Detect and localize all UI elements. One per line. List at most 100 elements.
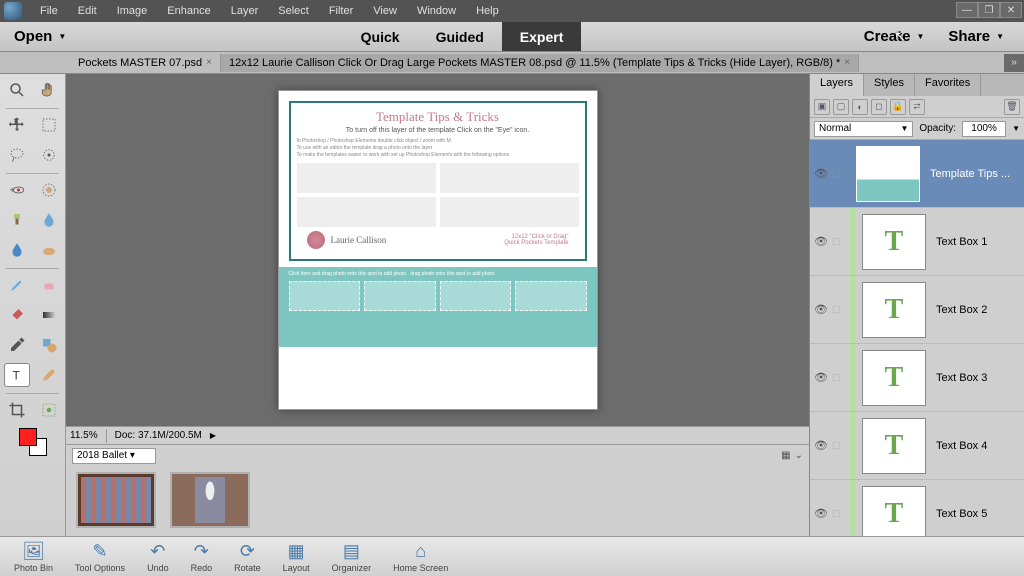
menu-select[interactable]: Select bbox=[268, 2, 319, 20]
menu-enhance[interactable]: Enhance bbox=[157, 2, 220, 20]
photo-bin-button[interactable]: 🖼Photo Bin bbox=[14, 541, 53, 573]
open-button[interactable]: Open ▼ bbox=[0, 28, 80, 45]
clone-tool[interactable] bbox=[4, 208, 30, 232]
document-tab-active[interactable]: 12x12 Laurie Callison Click Or Drag Larg… bbox=[221, 54, 859, 72]
minimize-button[interactable]: — bbox=[956, 2, 978, 18]
tab-guided[interactable]: Guided bbox=[418, 22, 502, 51]
visibility-icon[interactable]: 👁 bbox=[810, 439, 832, 452]
visibility-icon[interactable]: 👁 bbox=[810, 167, 832, 180]
lasso-tool[interactable] bbox=[4, 143, 30, 167]
tool-options-button[interactable]: ✎Tool Options bbox=[75, 541, 125, 573]
bin-folder-select[interactable]: 2018 Ballet ▾ bbox=[72, 448, 156, 464]
lock-icon[interactable]: ⬚ bbox=[832, 508, 850, 519]
brush-tool[interactable] bbox=[4, 273, 30, 297]
rect-select-tool[interactable] bbox=[36, 113, 62, 137]
zoom-level[interactable]: 11.5% bbox=[70, 430, 98, 441]
eraser-tool[interactable] bbox=[36, 273, 62, 297]
undo-button[interactable]: ↶Undo bbox=[147, 541, 169, 573]
organizer-button[interactable]: ▤Organizer bbox=[332, 541, 372, 573]
sponge-tool[interactable] bbox=[4, 238, 30, 262]
redo-button[interactable]: ↷Redo bbox=[191, 541, 213, 573]
tab-quick[interactable]: Quick bbox=[343, 22, 418, 51]
adjustment-icon[interactable]: ◐ bbox=[852, 99, 868, 115]
visibility-icon[interactable]: 👁 bbox=[810, 371, 832, 384]
paint-bucket-tool[interactable] bbox=[4, 303, 30, 327]
tab-styles[interactable]: Styles bbox=[864, 74, 915, 96]
maximize-button[interactable]: ❐ bbox=[978, 2, 1000, 18]
color-swatches[interactable] bbox=[19, 428, 47, 456]
menu-help[interactable]: Help bbox=[466, 2, 509, 20]
menu-filter[interactable]: Filter bbox=[319, 2, 363, 20]
recompose-tool[interactable] bbox=[36, 398, 62, 422]
text-layer-icon: T bbox=[885, 362, 904, 394]
menu-layer[interactable]: Layer bbox=[221, 2, 269, 20]
app-logo-icon bbox=[4, 2, 22, 20]
move-tool[interactable] bbox=[4, 113, 30, 137]
visibility-icon[interactable]: 👁 bbox=[810, 235, 832, 248]
close-icon[interactable]: × bbox=[206, 57, 212, 68]
mask-icon[interactable]: ◻ bbox=[871, 99, 887, 115]
tab-favorites[interactable]: Favorites bbox=[915, 74, 981, 96]
lock-icon[interactable]: ⬚ bbox=[832, 440, 850, 451]
doc-tab-label: 12x12 Laurie Callison Click Or Drag Larg… bbox=[229, 57, 840, 69]
gradient-tool[interactable] bbox=[36, 303, 62, 327]
lock-icon[interactable]: 🔒 bbox=[890, 99, 906, 115]
trash-icon[interactable]: 🗑 bbox=[1004, 99, 1020, 115]
layer-row[interactable]: 👁 ⬚ Template Tips ... bbox=[810, 140, 1024, 208]
tab-layers[interactable]: Layers bbox=[810, 74, 864, 96]
share-button[interactable]: Share ▼ bbox=[948, 28, 1004, 45]
menu-view[interactable]: View bbox=[363, 2, 407, 20]
layer-row[interactable]: 👁 ⬚ T Text Box 2 bbox=[810, 276, 1024, 344]
hand-tool[interactable] bbox=[36, 78, 62, 102]
pencil-tool[interactable] bbox=[36, 363, 62, 387]
document-tab[interactable]: Pockets MASTER 07.psd × bbox=[70, 54, 221, 72]
blur-tool[interactable] bbox=[36, 208, 62, 232]
type-tool[interactable]: T bbox=[4, 363, 30, 387]
crop-tool[interactable] bbox=[4, 398, 30, 422]
home-button[interactable]: ⌂Home Screen bbox=[393, 541, 448, 573]
chevron-down-icon[interactable]: ▼ bbox=[1012, 124, 1020, 133]
bin-expand-icon[interactable]: ⌄ bbox=[795, 450, 803, 461]
link-icon[interactable]: ⮂ bbox=[909, 99, 925, 115]
bin-thumbnail[interactable] bbox=[76, 472, 156, 528]
close-button[interactable]: ✕ bbox=[1000, 2, 1022, 18]
shapes-tool[interactable] bbox=[36, 333, 62, 357]
lock-icon[interactable]: ⬚ bbox=[832, 236, 850, 247]
lock-icon[interactable]: ⬚ bbox=[832, 168, 850, 179]
spot-heal-tool[interactable] bbox=[36, 178, 62, 202]
visibility-icon[interactable]: 👁 bbox=[810, 303, 832, 316]
menu-file[interactable]: File bbox=[30, 2, 68, 20]
opacity-input[interactable]: 100% bbox=[962, 121, 1006, 137]
redeye-tool[interactable]: + bbox=[4, 178, 30, 202]
menu-window[interactable]: Window bbox=[407, 2, 466, 20]
document-viewport[interactable]: Template Tips & Tricks To turn off this … bbox=[66, 74, 809, 426]
chevron-right-icon[interactable]: ▶ bbox=[210, 431, 216, 440]
blend-mode-select[interactable]: Normal▼ bbox=[814, 121, 913, 137]
bin-grid-icon[interactable]: ▦ bbox=[781, 450, 790, 461]
layer-row[interactable]: 👁 ⬚ T Text Box 5 bbox=[810, 480, 1024, 536]
zoom-tool[interactable] bbox=[4, 78, 30, 102]
sharpen-tool[interactable] bbox=[36, 238, 62, 262]
layer-row[interactable]: 👁 ⬚ T Text Box 1 bbox=[810, 208, 1024, 276]
rotate-button[interactable]: ⟳Rotate bbox=[234, 541, 261, 573]
layer-row[interactable]: 👁 ⬚ T Text Box 4 bbox=[810, 412, 1024, 480]
layer-row[interactable]: 👁 ⬚ T Text Box 3 bbox=[810, 344, 1024, 412]
close-icon[interactable]: × bbox=[844, 57, 850, 68]
create-button[interactable]: Create ▼ bbox=[864, 28, 925, 45]
new-group-icon[interactable]: ▢ bbox=[833, 99, 849, 115]
layout-button[interactable]: ▦Layout bbox=[283, 541, 310, 573]
menu-image[interactable]: Image bbox=[107, 2, 158, 20]
foreground-color[interactable] bbox=[19, 428, 37, 446]
lock-icon[interactable]: ⬚ bbox=[832, 304, 850, 315]
undo-icon: ↶ bbox=[150, 541, 165, 562]
visibility-icon[interactable]: 👁 bbox=[810, 507, 832, 520]
new-layer-icon[interactable]: ▣ bbox=[814, 99, 830, 115]
chevron-down-icon: ▼ bbox=[996, 32, 1004, 41]
lock-icon[interactable]: ⬚ bbox=[832, 372, 850, 383]
tab-scroll-button[interactable]: » bbox=[1004, 54, 1024, 72]
quick-select-tool[interactable] bbox=[36, 143, 62, 167]
bin-thumbnail[interactable] bbox=[170, 472, 250, 528]
menu-edit[interactable]: Edit bbox=[68, 2, 107, 20]
eyedropper-tool[interactable] bbox=[4, 333, 30, 357]
tab-expert[interactable]: Expert bbox=[502, 22, 582, 51]
